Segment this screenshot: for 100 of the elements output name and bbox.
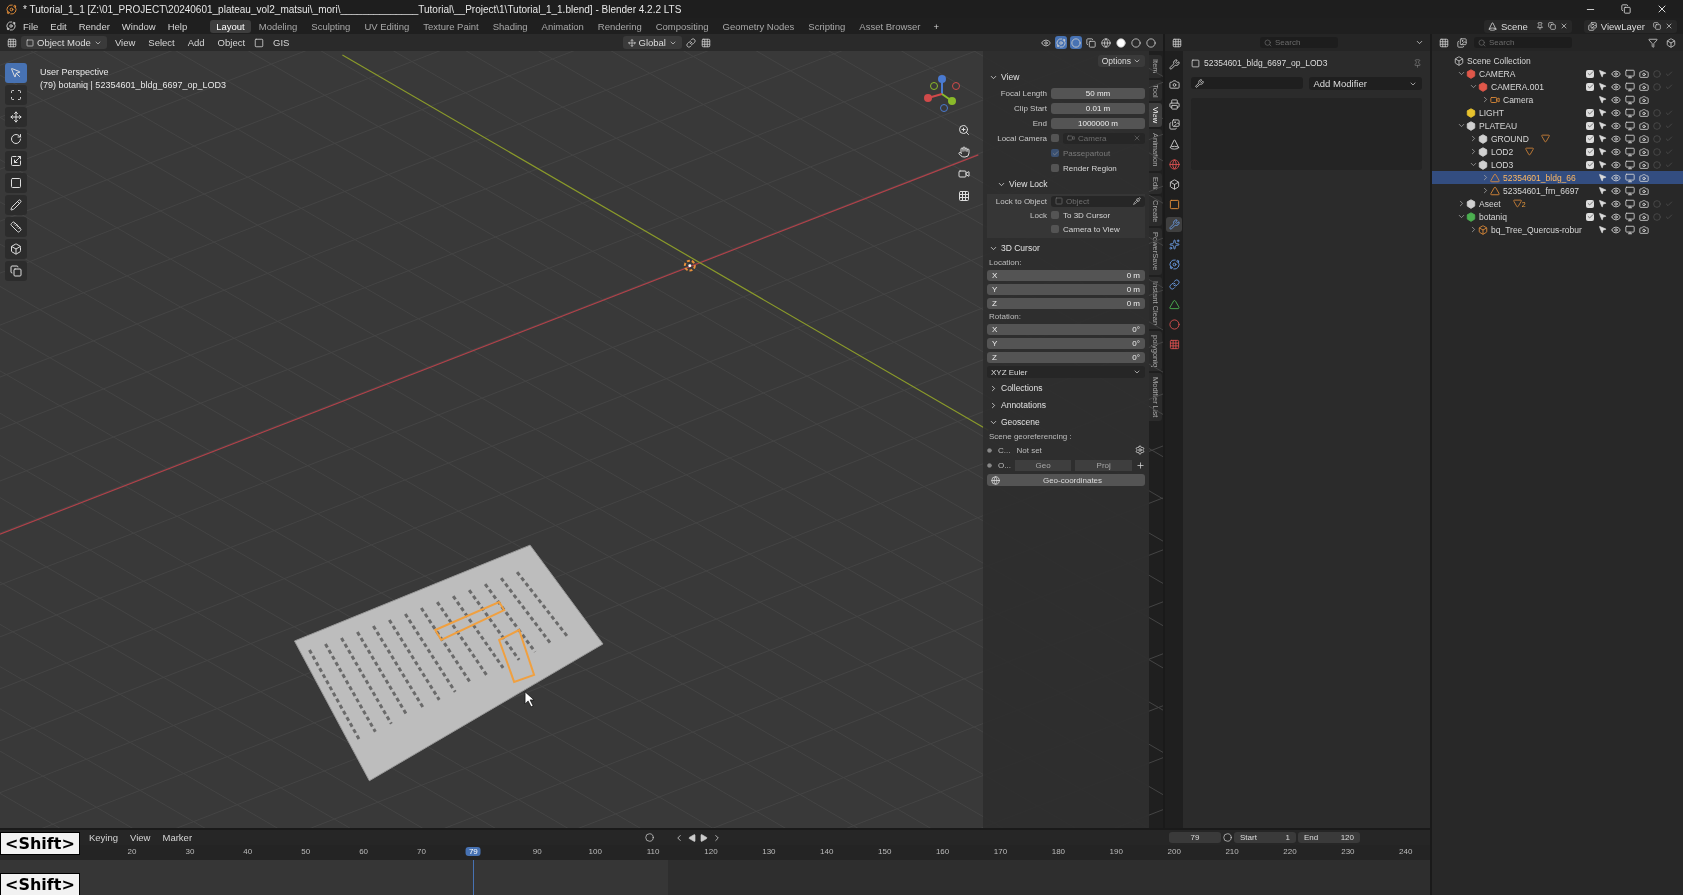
editor-type-icon[interactable] <box>6 36 18 49</box>
monitor-icon[interactable] <box>1625 211 1635 222</box>
orientation-dropdown[interactable]: Global <box>622 36 682 49</box>
copy-icon[interactable] <box>1653 22 1661 30</box>
number-field[interactable]: X 0° <box>987 324 1145 335</box>
panel-section-header[interactable]: Collections <box>987 381 1145 395</box>
workspace-tab[interactable]: Sculpting <box>305 19 357 33</box>
exclude-checkbox[interactable] <box>1586 82 1594 91</box>
camera-icon[interactable] <box>1639 68 1649 79</box>
camera-icon[interactable] <box>1166 77 1182 92</box>
menu-item[interactable]: View <box>125 831 156 844</box>
menu-item[interactable]: Window <box>116 19 161 33</box>
eye-icon[interactable] <box>1611 211 1621 222</box>
outliner-row[interactable]: botaniq <box>1432 210 1683 223</box>
camera-icon[interactable] <box>1639 107 1649 118</box>
menu-item[interactable]: Render <box>73 19 115 33</box>
orbit-icon[interactable] <box>1166 257 1182 272</box>
add-icon[interactable] <box>1136 460 1145 470</box>
eye-icon[interactable] <box>1611 94 1621 105</box>
current-frame-field[interactable]: 79 <box>1169 832 1221 843</box>
eye-icon[interactable] <box>1611 68 1621 79</box>
rotation-mode-dropdown[interactable]: XYZ Euler <box>987 366 1145 378</box>
camera-icon[interactable] <box>1639 198 1649 209</box>
exclude-checkbox[interactable] <box>1586 160 1594 169</box>
panel-section-header[interactable]: Geoscene <box>987 415 1145 429</box>
exclude-checkbox[interactable] <box>1586 134 1594 143</box>
move-tool-icon[interactable] <box>5 107 27 127</box>
camera-icon[interactable] <box>1639 81 1649 92</box>
monitor-icon[interactable] <box>1625 159 1635 170</box>
outliner-row[interactable]: PLATEAU <box>1432 119 1683 132</box>
app-menu-icon[interactable] <box>6 21 16 31</box>
workspace-tab[interactable]: Scripting <box>802 19 852 33</box>
close-icon[interactable] <box>1559 22 1568 30</box>
exclude-checkbox[interactable] <box>1586 212 1594 221</box>
record-icon[interactable] <box>643 831 655 844</box>
monitor-icon[interactable] <box>1625 224 1635 235</box>
menu-item[interactable]: View <box>109 36 141 49</box>
gizmo-toggle-icon[interactable] <box>1055 36 1067 49</box>
snap-icon[interactable] <box>699 36 712 49</box>
outliner-row[interactable]: LIGHT <box>1432 106 1683 119</box>
number-field[interactable]: Z 0 m <box>987 298 1145 309</box>
checkbox[interactable] <box>1051 164 1059 172</box>
modifier-search-field[interactable] <box>1191 77 1303 89</box>
outliner-row[interactable]: LOD2 <box>1432 145 1683 158</box>
monitor-icon[interactable] <box>1625 198 1635 209</box>
eye-icon[interactable] <box>1611 146 1621 157</box>
monitor-icon[interactable] <box>1625 146 1635 157</box>
outliner-row[interactable]: Camera <box>1432 93 1683 106</box>
overlay-toggle-icon[interactable] <box>1070 36 1082 49</box>
exclude-checkbox[interactable] <box>1586 121 1594 130</box>
outliner-row[interactable]: bq_Tree_Quercus-robur <box>1432 223 1683 236</box>
menu-item[interactable]: Object <box>212 36 251 49</box>
add-modifier-dropdown[interactable]: Add Modifier <box>1308 77 1422 90</box>
axis-gizmo-icon[interactable] <box>922 74 962 114</box>
options-dropdown[interactable]: Options <box>1097 55 1145 67</box>
camera-icon[interactable] <box>1639 120 1649 131</box>
filter-icon[interactable] <box>1647 36 1659 49</box>
toggle-icon[interactable] <box>253 36 266 49</box>
mode-dropdown[interactable]: Object Mode <box>21 36 107 49</box>
pin-icon[interactable] <box>1535 22 1544 30</box>
triangle-icon[interactable] <box>1166 297 1182 312</box>
exclude-checkbox[interactable] <box>1586 199 1594 208</box>
transform-tool-icon[interactable] <box>5 173 27 193</box>
annotate-tool-icon[interactable] <box>5 195 27 215</box>
menu-item[interactable]: Edit <box>45 19 72 33</box>
workspace-tab[interactable]: Layout <box>210 19 251 33</box>
menu-item[interactable]: Marker <box>157 831 198 844</box>
menu-item[interactable]: Add <box>182 36 210 49</box>
solid-shading-icon[interactable] <box>1115 36 1127 49</box>
visibility-icon[interactable] <box>1040 36 1052 49</box>
panel-section-header[interactable]: View <box>987 70 1145 84</box>
tool-icon[interactable] <box>1166 57 1182 72</box>
camera-icon[interactable] <box>1639 133 1649 144</box>
camera-icon[interactable] <box>1639 224 1649 235</box>
outliner-row[interactable]: LOD3 <box>1432 158 1683 171</box>
camera-icon[interactable] <box>1639 146 1649 157</box>
workspace-tab[interactable]: Modeling <box>252 19 304 33</box>
select-tool-icon[interactable] <box>5 63 27 83</box>
number-field[interactable]: 50 mm <box>1051 87 1145 99</box>
workspace-tab[interactable]: Rendering <box>591 19 648 33</box>
material-shading-icon[interactable] <box>1130 36 1142 49</box>
end-frame-field[interactable]: End 120 <box>1298 832 1360 843</box>
view-layer-field[interactable]: ViewLayer <box>1583 19 1677 33</box>
copy-icon[interactable] <box>1547 22 1556 30</box>
render-shading-icon[interactable] <box>1145 36 1157 49</box>
exclude-checkbox[interactable] <box>1586 69 1594 78</box>
play-icon[interactable] <box>698 831 709 844</box>
eyedropper-icon[interactable] <box>1133 197 1141 205</box>
panel-section-header[interactable]: 3D Cursor <box>987 241 1145 255</box>
exclude-checkbox[interactable] <box>1586 108 1594 117</box>
number-field[interactable]: Y 0° <box>987 338 1145 349</box>
monitor-icon[interactable] <box>1625 185 1635 196</box>
checkbox[interactable] <box>1051 225 1059 233</box>
xray-icon[interactable] <box>1085 36 1097 49</box>
monitor-icon[interactable] <box>1625 81 1635 92</box>
menu-item[interactable]: Help <box>162 19 193 33</box>
wrench-icon[interactable] <box>1166 217 1182 232</box>
start-frame-field[interactable]: Start 1 <box>1234 832 1296 843</box>
monitor-icon[interactable] <box>1625 68 1635 79</box>
number-field[interactable]: 0.01 m <box>1051 102 1145 114</box>
